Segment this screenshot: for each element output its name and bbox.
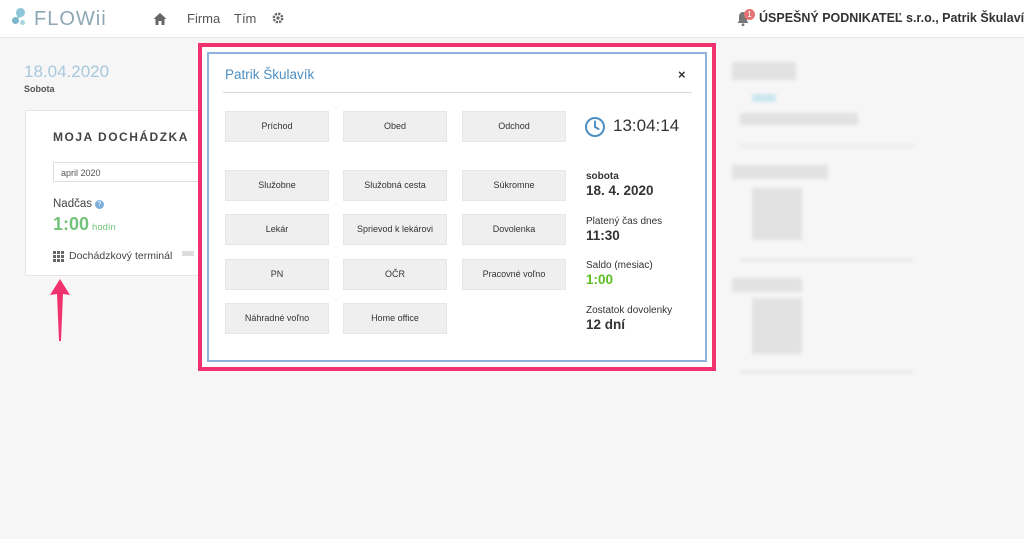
attendance-terminal-modal: Patrik Škulavík × Príchod Obed Odchod Sl… <box>207 52 707 362</box>
blurred-content <box>732 165 828 179</box>
current-date: 18. 4. 2020 <box>586 183 654 198</box>
blurred-content <box>740 144 914 148</box>
doctor-escort-button[interactable]: Sprievod k lekárovi <box>343 214 447 245</box>
help-icon[interactable]: ? <box>95 200 104 209</box>
current-time: 13:04:14 <box>613 116 680 135</box>
grid-icon <box>53 250 64 262</box>
vacation-balance-label: Zostatok dovolenky <box>586 305 673 316</box>
overtime-label: Nadčas? <box>53 198 104 210</box>
notification-badge: 1 <box>744 9 755 20</box>
page-date: 18.04.2020 <box>24 62 110 81</box>
pink-arrow-annotation <box>50 279 70 341</box>
paid-time-value: 11:30 <box>586 228 620 243</box>
blurred-content <box>740 258 914 262</box>
blurred-content <box>752 298 802 354</box>
compensatory-leave-button[interactable]: Náhradné voľno <box>225 303 329 334</box>
saldo-value: 1:00 <box>586 272 614 287</box>
blurred-content <box>752 94 776 102</box>
arrival-button[interactable]: Príchod <box>225 111 329 142</box>
logo-text: FLOWii <box>34 7 107 30</box>
blurred-content <box>752 188 802 240</box>
modal-highlight-frame: Patrik Škulavík × Príchod Obed Odchod Sl… <box>198 43 716 371</box>
gear-icon[interactable] <box>271 11 285 25</box>
blurred-content <box>732 62 796 80</box>
blurred-content <box>182 251 194 256</box>
home-office-button[interactable]: Home office <box>343 303 447 334</box>
saldo-label: Saldo (mesiac) <box>586 260 653 271</box>
departure-button[interactable]: Odchod <box>462 111 566 142</box>
overtime-value: 1:00 hodín <box>53 214 116 235</box>
page-day: Sobota <box>24 84 55 94</box>
attendance-terminal-label: Dochádzkový terminál <box>69 250 173 262</box>
vacation-button[interactable]: Dovolenka <box>462 214 566 245</box>
overtime-unit: hodín <box>92 222 116 233</box>
close-icon[interactable]: × <box>678 67 686 82</box>
doctor-button[interactable]: Lekár <box>225 214 329 245</box>
blurred-content <box>740 370 914 374</box>
paid-time-label: Platený čas dnes <box>586 216 663 227</box>
nav-tim[interactable]: Tím <box>234 11 256 26</box>
month-select[interactable]: april 2020 <box>53 162 213 182</box>
flowii-logo[interactable]: FLOWii <box>10 6 107 32</box>
clock-icon <box>585 117 605 137</box>
vacation-balance-value: 12 dní <box>586 317 626 332</box>
business-trip-button[interactable]: Služobná cesta <box>343 170 447 201</box>
modal-title: Patrik Škulavík <box>225 67 315 82</box>
blurred-content <box>740 113 858 125</box>
ocr-button[interactable]: OČR <box>343 259 447 290</box>
overtime-label-text: Nadčas <box>53 198 92 210</box>
company-user-menu[interactable]: ÚSPEŠNÝ PODNIKATEĽ s.r.o., Patrik Škulav… <box>759 11 1024 25</box>
private-button[interactable]: Súkromne <box>462 170 566 201</box>
attendance-terminal-link[interactable]: Dochádzkový terminál <box>53 250 172 262</box>
overtime-value-number: 1:00 <box>53 214 90 234</box>
blurred-content <box>732 278 802 292</box>
card-title: MOJA DOCHÁDZKA <box>53 130 189 144</box>
work-leave-button[interactable]: Pracovné voľno <box>462 259 566 290</box>
lunch-button[interactable]: Obed <box>343 111 447 142</box>
sick-leave-button[interactable]: PN <box>225 259 329 290</box>
nav-firma[interactable]: Firma <box>187 11 220 26</box>
day-name: sobota <box>586 171 619 182</box>
divider <box>223 92 692 93</box>
flowii-logo-icon <box>10 6 30 30</box>
home-icon[interactable] <box>152 11 168 27</box>
attendance-card: MOJA DOCHÁDZKA april 2020 Nadčas? 1:00 ho… <box>25 110 213 276</box>
top-navbar: FLOWii Firma Tím 1 ÚSPEŠNÝ PODNIKATEĽ s.… <box>0 0 1024 38</box>
business-button[interactable]: Služobne <box>225 170 329 201</box>
